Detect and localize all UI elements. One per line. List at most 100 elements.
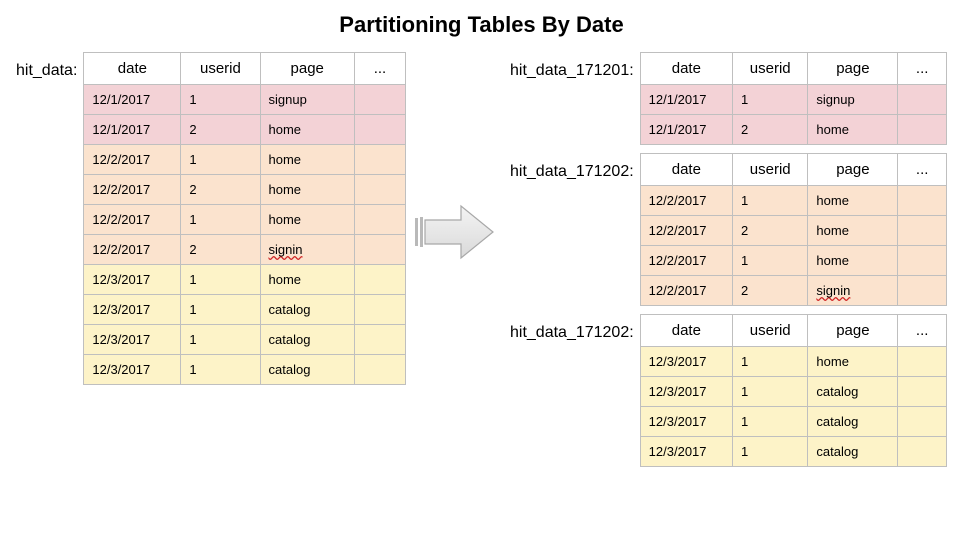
cell-page: home [808, 347, 898, 377]
table-label: hit_data_171202: [510, 153, 640, 181]
cell-date: 12/3/2017 [84, 265, 181, 295]
cell-page: home [260, 145, 354, 175]
table-header: dateuseridpage... [640, 53, 946, 85]
cell-page: catalog [808, 377, 898, 407]
cell-page: home [808, 186, 898, 216]
cell-date: 12/2/2017 [640, 186, 732, 216]
table-row: 12/2/20171home [84, 145, 406, 175]
cell-page: catalog [260, 325, 354, 355]
cell-page: signup [808, 85, 898, 115]
table-header: dateuseridpage... [640, 154, 946, 186]
table-body: 12/1/20171signup12/1/20172home [640, 85, 946, 145]
cell-page: catalog [260, 355, 354, 385]
col-userid: userid [181, 53, 260, 85]
table-label: hit_data_171202: [510, 314, 640, 342]
cell-userid: 1 [733, 246, 808, 276]
table-row: 12/3/20171catalog [84, 295, 406, 325]
table-row: 12/1/20171signup [640, 85, 946, 115]
cell-date: 12/3/2017 [640, 437, 732, 467]
cell-page: home [260, 175, 354, 205]
cell-date: 12/3/2017 [640, 407, 732, 437]
cell-page: catalog [808, 407, 898, 437]
table-body: 12/1/20171signup12/1/20172home12/2/20171… [84, 85, 406, 385]
spellchecked-text: signin [816, 283, 850, 298]
partition-table: dateuseridpage...12/3/20171home12/3/2017… [640, 314, 947, 467]
partition-table: dateuseridpage...12/2/20171home12/2/2017… [640, 153, 947, 306]
table-row: 12/2/20171home [640, 186, 946, 216]
cell-date: 12/1/2017 [640, 85, 732, 115]
col-ell: ... [898, 315, 947, 347]
cell-userid: 2 [181, 115, 260, 145]
cell-userid: 2 [733, 216, 808, 246]
table-header: dateuseridpage... [640, 315, 946, 347]
col-date: date [640, 315, 732, 347]
cell-userid: 2 [733, 276, 808, 306]
table-row: 12/2/20172signin [84, 235, 406, 265]
header-row: dateuseridpage... [640, 53, 946, 85]
page-title: Partitioning Tables By Date [16, 12, 947, 38]
table-label: hit_data: [16, 52, 83, 80]
table-row: 12/3/20171catalog [640, 377, 946, 407]
cell-ell [354, 205, 405, 235]
cell-page: signup [260, 85, 354, 115]
arrow-right-icon [413, 202, 497, 262]
cell-userid: 1 [733, 437, 808, 467]
cell-ell [354, 295, 405, 325]
cell-userid: 1 [181, 295, 260, 325]
col-userid: userid [733, 315, 808, 347]
cell-ell [354, 85, 405, 115]
cell-ell [898, 216, 947, 246]
cell-ell [898, 246, 947, 276]
cell-date: 12/1/2017 [84, 115, 181, 145]
cell-ell [354, 325, 405, 355]
cell-userid: 2 [733, 115, 808, 145]
cell-ell [898, 85, 947, 115]
partition-table: dateuseridpage...12/1/20171signup12/1/20… [640, 52, 947, 145]
cell-date: 12/2/2017 [84, 205, 181, 235]
source-column: hit_data: dateuseridpage... 12/1/20171si… [16, 52, 406, 393]
col-date: date [640, 154, 732, 186]
table-row: 12/3/20171catalog [640, 437, 946, 467]
cell-date: 12/1/2017 [640, 115, 732, 145]
table-body: 12/2/20171home12/2/20172home12/2/20171ho… [640, 186, 946, 306]
spellchecked-text: signin [269, 242, 303, 257]
table-row: 12/3/20171catalog [84, 355, 406, 385]
cell-date: 12/2/2017 [84, 175, 181, 205]
col-date: date [640, 53, 732, 85]
cell-ell [354, 235, 405, 265]
cell-date: 12/3/2017 [84, 295, 181, 325]
diagram-layout: hit_data: dateuseridpage... 12/1/20171si… [16, 52, 947, 475]
table-row: 12/3/20171catalog [640, 407, 946, 437]
col-ell: ... [898, 53, 947, 85]
cell-page: signin [260, 235, 354, 265]
cell-date: 12/2/2017 [84, 145, 181, 175]
cell-date: 12/3/2017 [640, 347, 732, 377]
cell-userid: 2 [181, 175, 260, 205]
cell-ell [898, 407, 947, 437]
cell-page: home [260, 265, 354, 295]
source-table-wrap: hit_data: dateuseridpage... 12/1/20171si… [16, 52, 406, 385]
col-page: page [808, 315, 898, 347]
table-row: 12/1/20172home [84, 115, 406, 145]
cell-ell [354, 115, 405, 145]
cell-page: home [260, 205, 354, 235]
col-date: date [84, 53, 181, 85]
partition-table-wrap: hit_data_171202:dateuseridpage...12/2/20… [510, 153, 947, 306]
col-page: page [808, 154, 898, 186]
cell-page: home [260, 115, 354, 145]
table-row: 12/2/20171home [84, 205, 406, 235]
arrow-column [410, 52, 500, 262]
cell-userid: 1 [733, 407, 808, 437]
cell-ell [354, 355, 405, 385]
cell-date: 12/2/2017 [84, 235, 181, 265]
cell-ell [898, 115, 947, 145]
partition-table-wrap: hit_data_171201:dateuseridpage...12/1/20… [510, 52, 947, 145]
cell-page: catalog [808, 437, 898, 467]
header-row: dateuseridpage... [640, 315, 946, 347]
table-row: 12/2/20172signin [640, 276, 946, 306]
cell-ell [898, 347, 947, 377]
cell-date: 12/3/2017 [84, 325, 181, 355]
header-row: dateuseridpage... [84, 53, 406, 85]
table-row: 12/3/20171catalog [84, 325, 406, 355]
cell-userid: 1 [181, 145, 260, 175]
